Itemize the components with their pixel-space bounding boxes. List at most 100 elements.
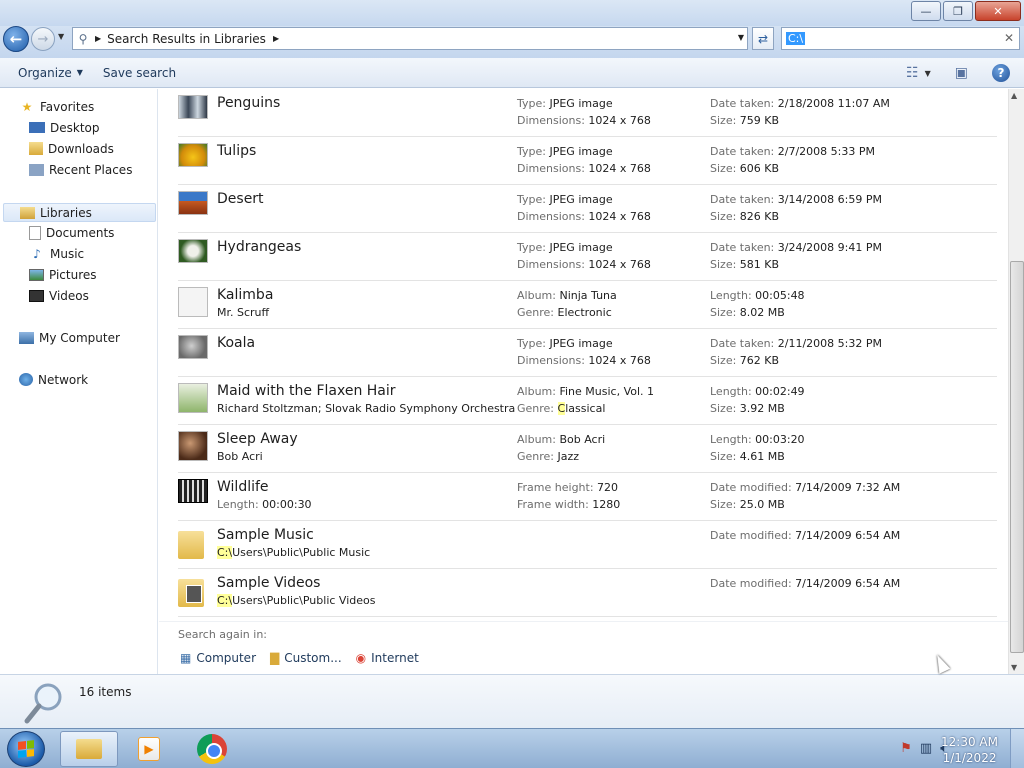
- nav-libraries[interactable]: Libraries: [3, 203, 156, 222]
- recent-pages-dropdown[interactable]: ▼: [58, 32, 64, 41]
- item-prop: Length: 00:02:49: [710, 385, 805, 398]
- breadcrumb-search-results[interactable]: Search Results in Libraries: [107, 32, 266, 46]
- nav-pictures[interactable]: Pictures: [29, 265, 97, 284]
- nav-music[interactable]: ♪ Music: [29, 244, 84, 263]
- item-artist: Bob Acri: [217, 450, 263, 463]
- help-icon[interactable]: ?: [992, 64, 1010, 82]
- view-controls: ☷ ▼ ▣ ?: [906, 58, 1024, 88]
- change-view-icon[interactable]: ☷: [906, 65, 919, 81]
- show-desktop-button[interactable]: [1010, 729, 1024, 768]
- nav-documents[interactable]: Documents: [29, 223, 114, 242]
- nav-downloads[interactable]: Downloads: [29, 139, 114, 158]
- breadcrumb-separator-icon[interactable]: ▶: [268, 34, 279, 43]
- album-art-icon: [178, 287, 208, 317]
- view-options-chevron-icon[interactable]: ▼: [925, 69, 931, 78]
- restore-button[interactable]: ❐: [943, 1, 973, 21]
- vertical-scrollbar[interactable]: ▲ ▼: [1008, 89, 1024, 674]
- list-item[interactable]: Tulips Type: JPEG image Dimensions: 1024…: [178, 137, 997, 185]
- save-search-button[interactable]: Save search: [93, 58, 186, 87]
- list-item[interactable]: Koala Type: JPEG image Dimensions: 1024 …: [178, 329, 997, 377]
- nav-label: Downloads: [48, 141, 114, 156]
- search-internet-link[interactable]: ◉ Internet: [356, 651, 419, 665]
- item-prop: Size: 8.02 MB: [710, 306, 785, 319]
- videos-icon: [29, 289, 44, 302]
- forward-button[interactable]: →: [31, 27, 55, 51]
- list-item[interactable]: Wildlife Length: 00:00:30 Frame height: …: [178, 473, 997, 521]
- list-item[interactable]: Penguins Type: JPEG image Dimensions: 10…: [178, 89, 997, 137]
- item-prop: Album: Fine Music, Vol. 1: [517, 385, 655, 398]
- nav-network[interactable]: Network: [19, 370, 88, 389]
- breadcrumb-separator-icon[interactable]: ▶: [95, 34, 101, 43]
- recent-places-icon: [29, 163, 44, 176]
- item-prop: Date modified: 7/14/2009 7:32 AM: [710, 481, 901, 494]
- minimize-button[interactable]: —: [911, 1, 941, 21]
- action-center-icon[interactable]: ⚑: [900, 741, 912, 756]
- nav-favorites[interactable]: ★ Favorites: [19, 97, 95, 116]
- windows-logo-icon: [18, 740, 34, 758]
- video-folder-icon: [178, 579, 204, 607]
- link-label: Internet: [371, 651, 419, 665]
- nav-my-computer[interactable]: My Computer: [19, 328, 120, 347]
- item-prop: Date taken: 2/18/2008 11:07 AM: [710, 97, 890, 110]
- address-dropdown-icon[interactable]: ▼: [738, 33, 744, 42]
- search-folder-icon: ⚲: [78, 31, 88, 46]
- list-item[interactable]: Hydrangeas Type: JPEG image Dimensions: …: [178, 233, 997, 281]
- nav-label: My Computer: [39, 330, 120, 345]
- list-item[interactable]: Maid with the Flaxen Hair Richard Stoltz…: [178, 377, 997, 425]
- tulips-thumbnail-icon: [178, 143, 208, 167]
- scroll-up-icon[interactable]: ▲: [1011, 91, 1017, 100]
- search-input[interactable]: C:\ ✕: [781, 27, 1020, 50]
- search-custom-link[interactable]: ▇ Custom...: [270, 651, 342, 665]
- preview-pane-icon[interactable]: ▣: [955, 65, 968, 81]
- downloads-folder-icon: [29, 142, 43, 155]
- chrome-icon: ◉: [355, 651, 367, 665]
- nav-videos[interactable]: Videos: [29, 286, 89, 305]
- taskbar-media-player-button[interactable]: ▶: [120, 731, 178, 767]
- item-prop: Frame width: 1280: [517, 498, 621, 511]
- link-label: Custom...: [284, 651, 342, 665]
- command-toolbar: Organize ▼ Save search ☷ ▼ ▣ ?: [0, 58, 1024, 88]
- nav-recent-places[interactable]: Recent Places: [29, 160, 132, 179]
- scroll-down-icon[interactable]: ▼: [1011, 663, 1017, 672]
- close-button[interactable]: ✕: [975, 1, 1021, 21]
- item-artist: Mr. Scruff: [217, 306, 270, 319]
- nav-desktop[interactable]: Desktop: [29, 118, 100, 137]
- nav-label: Libraries: [40, 205, 92, 220]
- window-controls: — ❐ ✕: [911, 1, 1021, 21]
- item-prop: Type: JPEG image: [517, 241, 613, 254]
- search-computer-link[interactable]: ▦ Computer: [180, 651, 256, 665]
- media-player-icon: ▶: [138, 737, 160, 761]
- list-item[interactable]: Kalimba Mr. Scruff Album: Ninja Tuna Gen…: [178, 281, 997, 329]
- refresh-button[interactable]: ⇄: [752, 27, 774, 50]
- folder-icon: [178, 531, 204, 559]
- album-art-icon: [178, 431, 208, 461]
- taskbar-explorer-button[interactable]: [60, 731, 118, 767]
- list-item[interactable]: Desert Type: JPEG image Dimensions: 1024…: [178, 185, 997, 233]
- item-prop: Genre: Electronic: [517, 306, 612, 319]
- computer-icon: [19, 331, 34, 344]
- list-item[interactable]: Sample Music C:\Users\Public\Public Musi…: [178, 521, 997, 569]
- computer-icon: ▦: [180, 651, 192, 665]
- list-item[interactable]: Sleep Away Bob Acri Album: Bob Acri Genr…: [178, 425, 997, 473]
- item-prop: Dimensions: 1024 x 768: [517, 258, 651, 271]
- clear-search-icon[interactable]: ✕: [1004, 31, 1014, 45]
- list-item[interactable]: Sample Videos C:\Users\Public\Public Vid…: [178, 569, 997, 617]
- network-icon: [19, 373, 33, 386]
- start-button[interactable]: [7, 731, 45, 767]
- back-button[interactable]: ←: [3, 26, 29, 52]
- address-bar[interactable]: ⚲ ▶ Search Results in Libraries ▶ ▼: [72, 27, 748, 50]
- organize-button[interactable]: Organize ▼: [0, 58, 93, 87]
- network-status-icon[interactable]: ▥: [920, 741, 932, 756]
- album-art-icon: [178, 383, 208, 413]
- music-note-icon: ♪: [33, 246, 41, 261]
- item-prop: Type: JPEG image: [517, 97, 613, 110]
- item-prop: Length: 00:05:48: [710, 289, 805, 302]
- item-prop: Size: 762 KB: [710, 354, 780, 367]
- explorer-icon: [76, 739, 102, 759]
- item-name: Sleep Away: [217, 431, 298, 447]
- item-prop: Dimensions: 1024 x 768: [517, 354, 651, 367]
- scrollbar-thumb[interactable]: [1010, 261, 1024, 653]
- taskbar-chrome-button[interactable]: [183, 731, 241, 767]
- system-clock[interactable]: 12:30 AM 1/1/2022: [941, 734, 998, 766]
- item-name: Penguins: [217, 95, 281, 111]
